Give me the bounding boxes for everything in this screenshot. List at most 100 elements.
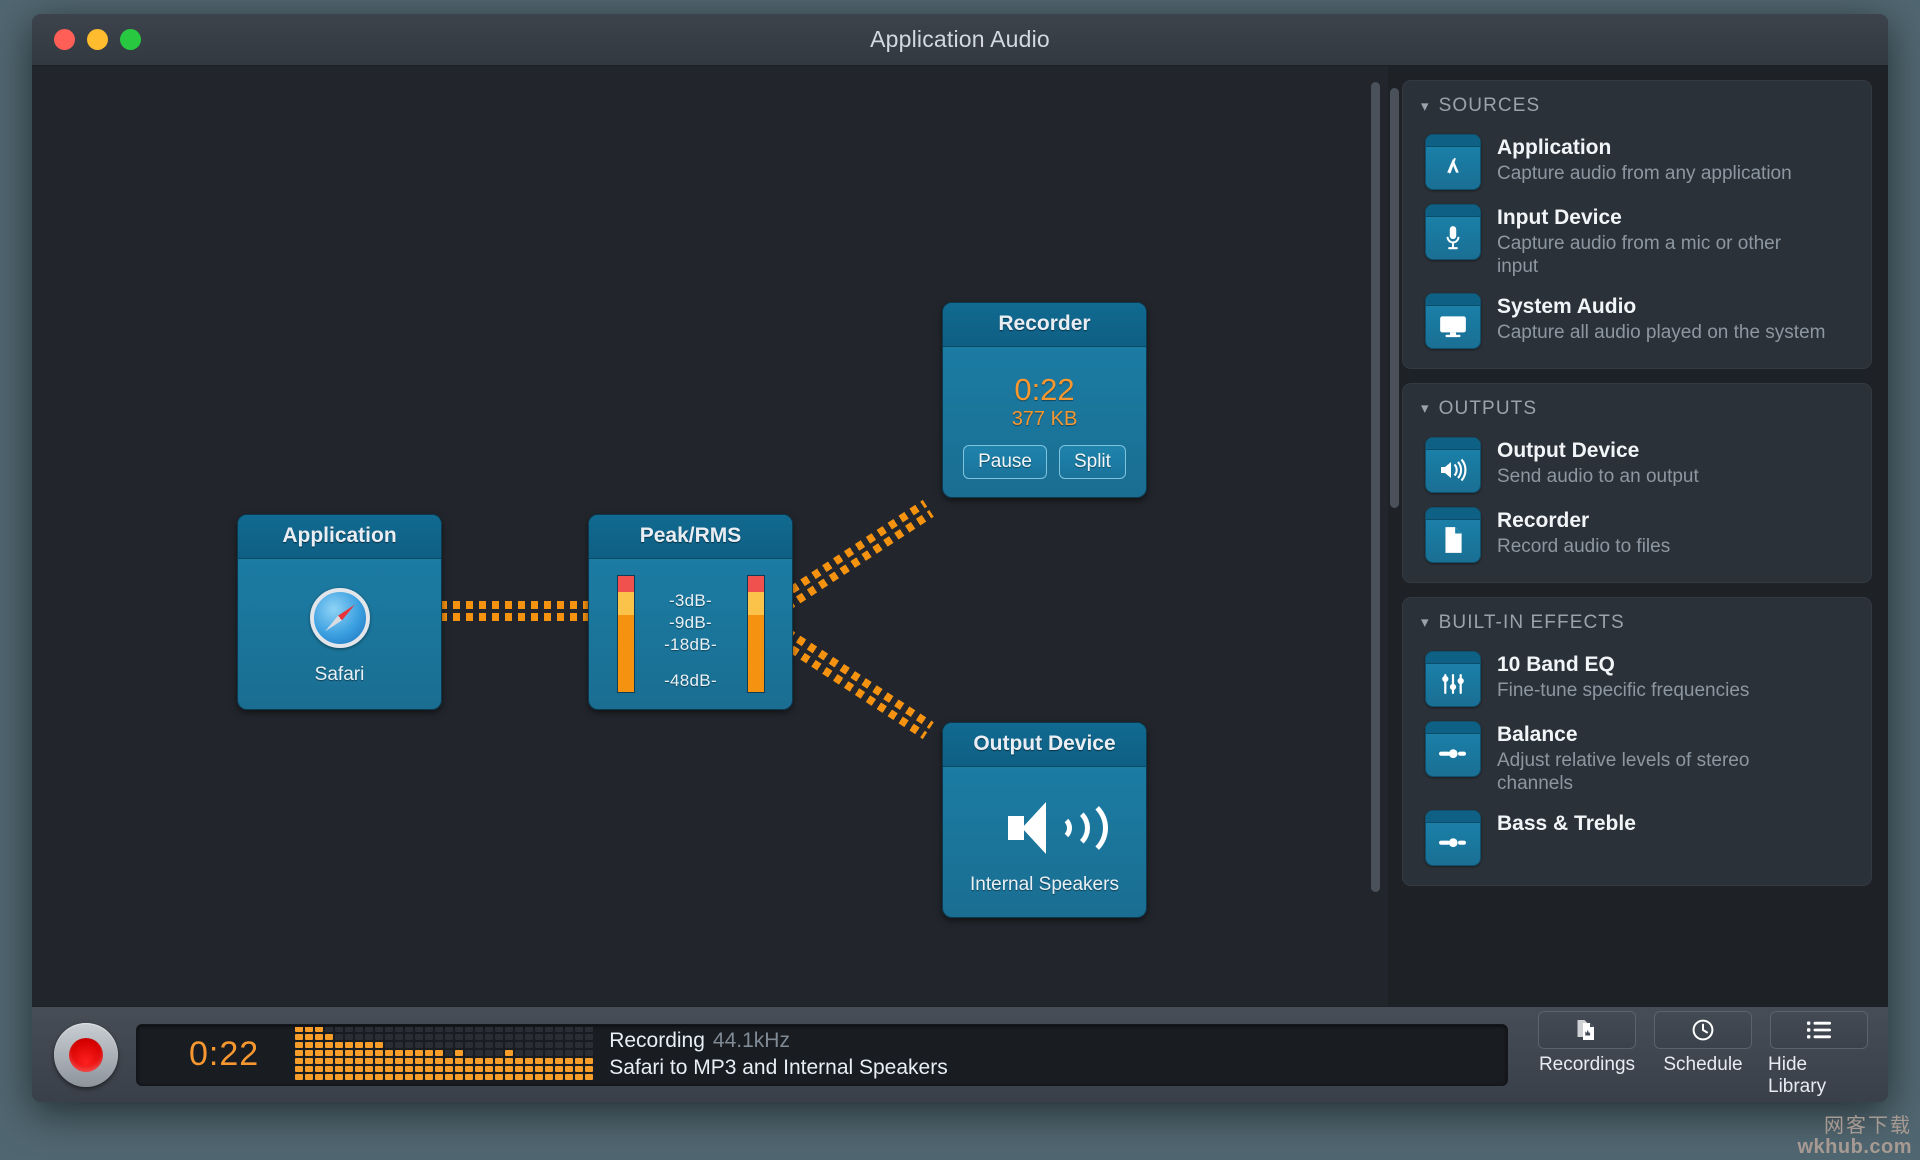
status-sample-rate: 44.1kHz [712, 1029, 790, 1052]
list-icon [1770, 1011, 1868, 1049]
node-recorder-title: Recorder [943, 303, 1146, 347]
led-column [355, 1026, 364, 1080]
sidebar-item-bass-and-treble-title: Bass & Treble [1497, 811, 1636, 835]
toolbar-elapsed-time: 0:22 [189, 1035, 260, 1073]
record-button[interactable] [54, 1022, 118, 1087]
sidebar-item-output-device-title: Output Device [1497, 438, 1640, 462]
led-column [315, 1026, 324, 1080]
sidebar-item-balance-title: Balance [1497, 722, 1578, 746]
meter-label-3: -48dB- [664, 671, 717, 690]
led-column [475, 1026, 484, 1080]
recorder-file-size: 377 KB [1011, 407, 1078, 430]
balance-slider-icon [1425, 720, 1481, 777]
node-peak-rms[interactable]: Peak/RMS -3dB- -9dB- -18dB- -48dB- [588, 514, 793, 710]
chevron-down-icon: ▾ [1421, 400, 1430, 418]
meter-bar-right [746, 575, 765, 693]
node-output-device[interactable]: Output Device Internal Speakers [942, 722, 1147, 918]
node-application[interactable]: Application Safari [237, 514, 442, 710]
led-column [425, 1026, 434, 1080]
recordings-button-label: Recordings [1538, 1054, 1636, 1075]
canvas-scrollbar-thumb[interactable] [1371, 82, 1380, 892]
monitor-icon [1425, 292, 1481, 349]
sidebar-item-balance-desc: Adjust relative levels of stereo channel… [1497, 750, 1750, 794]
led-column [485, 1026, 494, 1080]
sidebar-item-output-device-desc: Send audio to an output [1497, 466, 1699, 488]
led-column [415, 1026, 424, 1080]
sidebar-item-bass-and-treble[interactable]: Bass & Treble [1403, 803, 1871, 873]
hide-library-button-label: Hide Library [1768, 1054, 1827, 1097]
led-column [395, 1026, 404, 1080]
sidebar-section-outputs: ▾ OUTPUTS Output Device Send audio to an… [1402, 382, 1872, 583]
sidebar-item-recorder-title: Recorder [1497, 508, 1590, 532]
balance-slider-icon [1425, 809, 1481, 866]
sidebar-scrollbar-thumb[interactable] [1390, 88, 1399, 508]
sidebar-item-recorder[interactable]: Recorder Record audio to files [1403, 500, 1871, 570]
led-column [305, 1026, 314, 1080]
led-column [345, 1026, 354, 1080]
sidebar-item-input-device-title: Input Device [1497, 206, 1622, 229]
led-column [365, 1026, 374, 1080]
status-state-label: Recording [609, 1029, 705, 1052]
sidebar-item-10-band-eq[interactable]: 10 Band EQ Fine-tune specific frequencie… [1403, 644, 1871, 714]
sidebar-item-input-device[interactable]: Input Device Capture audio from a mic or… [1403, 197, 1871, 286]
node-peak-rms-title: Peak/RMS [589, 515, 792, 559]
cable-application-to-peak [440, 600, 592, 622]
record-dot-icon [69, 1037, 103, 1072]
led-level-meter [295, 1026, 595, 1083]
watermark-cn: 网客下载 [1824, 1115, 1912, 1137]
sidebar-item-balance[interactable]: Balance Adjust relative levels of stereo… [1403, 714, 1871, 803]
chevron-down-icon: ▾ [1421, 97, 1430, 115]
led-column [335, 1026, 344, 1080]
sidebar-item-output-device[interactable]: Output Device Send audio to an output [1403, 430, 1871, 500]
sidebar-section-sources: ▾ SOURCES Application Capture audio from… [1402, 80, 1872, 369]
status-display: 0:22 Recording 44.1kHz Safari to MP3 and … [136, 1023, 1508, 1086]
clock-icon [1654, 1011, 1752, 1049]
sidebar-item-application-title: Application [1497, 136, 1612, 159]
led-column [375, 1026, 384, 1080]
recordings-button[interactable]: Recordings [1536, 1011, 1638, 1098]
meter-label-2: -18dB- [664, 635, 717, 654]
library-sidebar: ▾ SOURCES Application Capture audio from… [1388, 66, 1888, 1006]
sidebar-scrollbar[interactable] [1390, 88, 1399, 508]
chevron-down-icon: ▾ [1421, 614, 1430, 632]
recorder-split-button[interactable]: Split [1058, 444, 1126, 479]
led-column [455, 1026, 464, 1080]
led-column [465, 1026, 474, 1080]
sidebar-item-system-audio-desc: Capture all audio played on the system [1497, 322, 1826, 344]
node-recorder[interactable]: Recorder 0:22 377 KB Pause Split [942, 302, 1147, 498]
status-route-label: Safari to MP3 and Internal Speakers [609, 1056, 948, 1079]
led-column [435, 1026, 444, 1080]
led-column [525, 1026, 534, 1080]
led-column [495, 1026, 504, 1080]
watermark-en: wkhub.com [1797, 1136, 1912, 1158]
sources-section-title: SOURCES [1438, 95, 1541, 116]
recordings-icon [1538, 1011, 1636, 1049]
sources-section-header[interactable]: ▾ SOURCES [1403, 95, 1871, 127]
sidebar-item-system-audio[interactable]: System Audio Capture all audio played on… [1403, 286, 1871, 356]
recorder-elapsed-time: 0:22 [1014, 371, 1075, 407]
speaker-icon [1002, 796, 1108, 860]
meter-scale-labels: -3dB- -9dB- -18dB- -48dB- [635, 577, 747, 691]
safari-icon [309, 588, 370, 648]
meter-label-0: -3dB- [668, 591, 713, 610]
schedule-button[interactable]: Schedule [1652, 1011, 1754, 1098]
hide-library-button[interactable]: Hide Library [1768, 1011, 1870, 1098]
sidebar-item-application[interactable]: Application Capture audio from any appli… [1403, 127, 1871, 197]
sidebar-item-system-audio-title: System Audio [1497, 294, 1637, 318]
sidebar-item-input-device-desc: Capture audio from a mic or other input [1497, 233, 1782, 278]
sidebar-item-recorder-desc: Record audio to files [1497, 536, 1671, 558]
led-column [325, 1026, 334, 1080]
app-store-icon [1425, 134, 1481, 190]
node-output-device-subtitle: Internal Speakers [970, 874, 1119, 895]
led-column [295, 1026, 304, 1080]
sidebar-item-10-band-eq-desc: Fine-tune specific frequencies [1497, 680, 1750, 702]
built-in-effects-section-header[interactable]: ▾ BUILT-IN EFFECTS [1403, 612, 1871, 644]
node-output-device-title: Output Device [943, 723, 1146, 767]
built-in-effects-section-title: BUILT-IN EFFECTS [1438, 611, 1625, 633]
app-window: Application Audio Application Safari Pea… [32, 14, 1888, 1102]
recorder-pause-button[interactable]: Pause [963, 444, 1047, 479]
canvas-scrollbar[interactable] [1371, 82, 1380, 892]
patch-canvas[interactable]: Application Safari Peak/RMS -3dB- -9dB- [32, 66, 1388, 1006]
outputs-section-header[interactable]: ▾ OUTPUTS [1403, 398, 1871, 430]
led-column [385, 1026, 394, 1080]
